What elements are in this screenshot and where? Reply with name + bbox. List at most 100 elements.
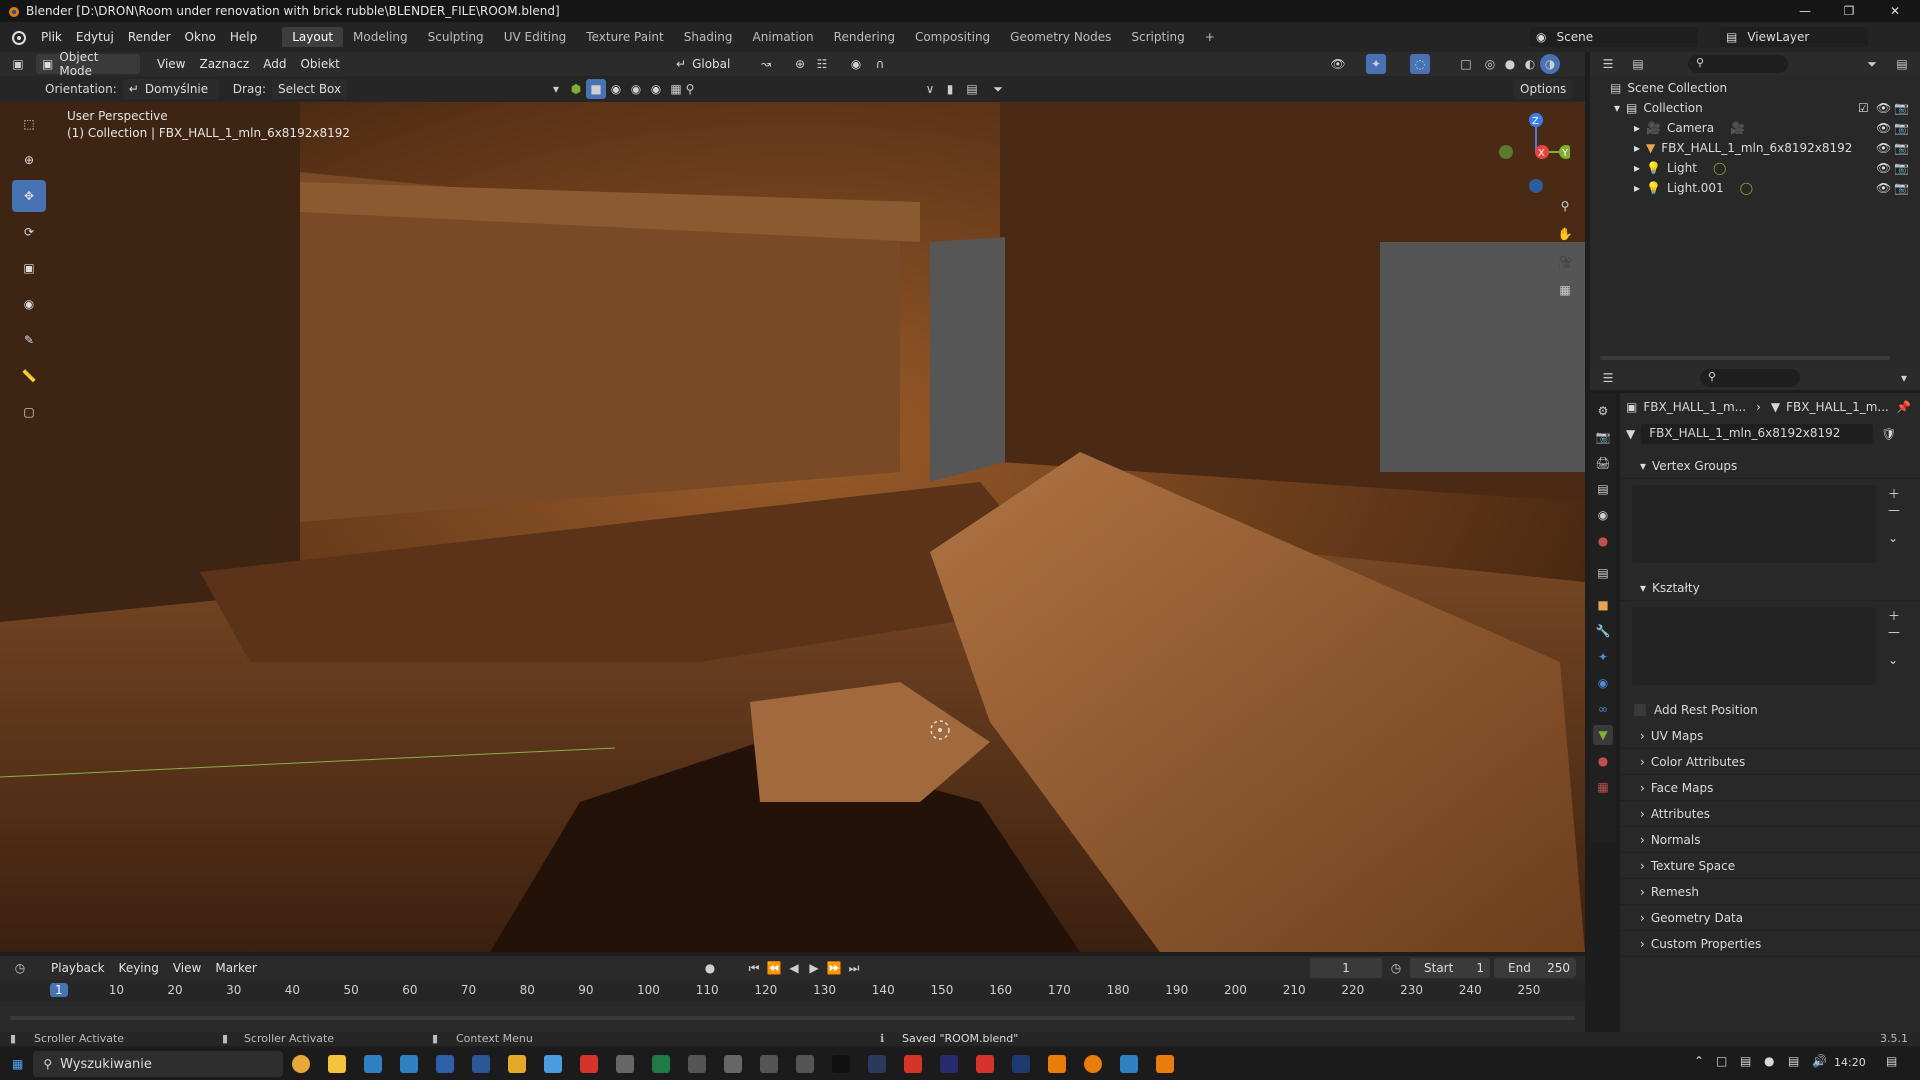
app-record-icon[interactable] [904, 1055, 923, 1073]
collection-icon[interactable]: ▤ [962, 79, 982, 99]
fake-user-icon[interactable]: 🛡 [1881, 427, 1896, 441]
texture-slot-icon[interactable]: ⬢ [566, 79, 586, 99]
outliner-filter-icon[interactable]: ⏷ [1862, 54, 1882, 74]
tab-compositing[interactable]: Compositing [905, 27, 1000, 47]
app-red-icon[interactable] [580, 1055, 599, 1073]
new-collection-icon[interactable]: ▤ [1892, 54, 1912, 74]
expand-arrow-icon[interactable]: ▸ [1634, 121, 1640, 135]
word-icon[interactable] [472, 1055, 491, 1073]
restore-icon[interactable]: ❐ [1826, 0, 1872, 22]
drag-selector[interactable]: Select Box [271, 79, 348, 99]
scene-tab-icon[interactable]: ◉ [1593, 505, 1613, 525]
tab-uv-editing[interactable]: UV Editing [494, 27, 577, 47]
render-icon[interactable]: 📷 [1894, 121, 1909, 135]
app-gray-icon[interactable] [616, 1055, 635, 1073]
tab-animation[interactable]: Animation [742, 27, 823, 47]
current-frame-field[interactable]: 1 [1310, 958, 1382, 978]
notification-icon[interactable]: ▤ [1886, 1054, 1897, 1068]
pin-icon[interactable]: 📌 [1896, 400, 1911, 414]
proportional-edit-icon[interactable]: ◉ [846, 54, 866, 74]
tab-sculpting[interactable]: Sculpting [418, 27, 494, 47]
snap-target-icon[interactable]: ☷ [812, 54, 832, 74]
material-shading-icon[interactable]: ◐ [1520, 54, 1540, 74]
viewport-3d[interactable]: User Perspective (1) Collection | FBX_HA… [0, 102, 1585, 952]
app-z2-icon[interactable] [400, 1055, 419, 1073]
outliner-search-input[interactable]: ⚲ [1688, 55, 1788, 73]
add-cube-tool-icon[interactable]: ▢ [12, 396, 46, 428]
tray-app-icon[interactable]: □ [1716, 1054, 1727, 1068]
transform-orientation-selector[interactable]: ↵ Global [670, 54, 746, 74]
shape-key-menu-icon[interactable]: ⌄ [1888, 653, 1898, 667]
tray-volume-icon[interactable]: 🔊 [1812, 1054, 1827, 1068]
tab-shading[interactable]: Shading [674, 27, 743, 47]
transform-tool-icon[interactable]: ◉ [12, 288, 46, 320]
jump-start-icon[interactable]: ⏮ [744, 958, 764, 978]
tool-tab-icon[interactable]: ⚙ [1593, 401, 1613, 421]
photo-app-icon[interactable] [436, 1055, 455, 1073]
filter-toggle-icon[interactable]: ∨ [920, 79, 940, 99]
visibility-icon[interactable]: 👁 [1328, 54, 1348, 74]
options-button[interactable]: Options [1514, 79, 1573, 99]
outliner-item-light-001[interactable]: ▸ 💡 Light.001 ◯ 👁 📷 [1590, 178, 1920, 198]
wireframe-shading-icon[interactable]: ◎ [1480, 54, 1500, 74]
menu-render[interactable]: Render [121, 30, 178, 44]
xray-icon[interactable]: □ [1456, 54, 1476, 74]
scale-tool-icon[interactable]: ▣ [12, 252, 46, 284]
panel-face-maps[interactable]: › Face Maps [1620, 775, 1920, 801]
mode-selector[interactable]: ▣ Object Mode [36, 50, 140, 78]
outliner-item-light[interactable]: ▸ 💡 Light ◯ 👁 📷 [1590, 158, 1920, 178]
view-layer-tab-icon[interactable]: ▤ [1593, 479, 1613, 499]
timeline-menu-marker[interactable]: Marker [208, 961, 263, 975]
expand-arrow-icon[interactable]: ▸ [1634, 181, 1640, 195]
tab-modeling[interactable]: Modeling [343, 27, 418, 47]
tab-texture-paint[interactable]: Texture Paint [576, 27, 673, 47]
menu-edit[interactable]: Edytuj [69, 30, 121, 44]
jump-keyframe-forward-icon[interactable]: ⏩ [824, 958, 844, 978]
gizmo-neg-z-axis[interactable] [1529, 179, 1543, 193]
viewport-menu-view[interactable]: View [150, 57, 192, 71]
chrome-icon[interactable] [292, 1055, 311, 1073]
overlay-toggle-icon[interactable]: ◌ [1410, 54, 1430, 74]
mesh-name-field[interactable]: FBX_HALL_1_mln_6x8192x8192 [1641, 424, 1874, 444]
blender-active-taskbar-icon[interactable] [1156, 1055, 1175, 1073]
tab-rendering[interactable]: Rendering [824, 27, 905, 47]
expand-arrow-icon[interactable]: ▸ [1634, 141, 1640, 155]
add-workspace-button[interactable]: + [1195, 27, 1225, 47]
tab-layout[interactable]: Layout [282, 27, 344, 47]
app-v-icon[interactable] [724, 1055, 743, 1073]
clock-icon[interactable]: ◷ [1386, 958, 1406, 978]
taskbar-search-input[interactable]: ⚲ Wyszukiwanie [33, 1051, 284, 1077]
measure-tool-icon[interactable]: 📏 [12, 360, 46, 392]
shape-keys-list[interactable] [1632, 607, 1876, 685]
modifier-tab-icon[interactable]: 🔧 [1593, 621, 1613, 641]
outliner-scrollbar[interactable] [1600, 356, 1890, 360]
blender-taskbar-icon[interactable] [1048, 1055, 1067, 1073]
remove-shape-key-icon[interactable]: — [1888, 625, 1900, 639]
outliner-item-camera[interactable]: ▸ 🎥 Camera 🎥 👁 📷 [1590, 118, 1920, 138]
notepad-icon[interactable] [544, 1055, 563, 1073]
app-circle-icon[interactable] [760, 1055, 779, 1073]
mesh-datablock-icon[interactable]: ▼ [1626, 427, 1635, 441]
vertex-groups-panel-header[interactable]: ▾ Vertex Groups [1620, 453, 1920, 479]
panel-uv-maps[interactable]: › UV Maps [1620, 723, 1920, 749]
pivot-point-icon[interactable]: ↝ [756, 54, 776, 74]
properties-options-icon[interactable]: ▾ [1894, 368, 1914, 388]
menu-help[interactable]: Help [223, 30, 264, 44]
jump-end-icon[interactable]: ⏭ [844, 958, 864, 978]
timeline-menu-keying[interactable]: Keying [112, 961, 166, 975]
expand-arrow-icon[interactable]: ▸ [1634, 161, 1640, 175]
jump-keyframe-back-icon[interactable]: ⏪ [764, 958, 784, 978]
panel-normals[interactable]: › Normals [1620, 827, 1920, 853]
panel-remesh[interactable]: › Remesh [1620, 879, 1920, 905]
light-data-icon[interactable]: ◯ [1740, 181, 1753, 195]
move-tool-icon[interactable]: ✥ [12, 180, 46, 212]
blender-alt-taskbar-icon[interactable] [1084, 1055, 1103, 1073]
dropdown-icon[interactable]: ▾ [546, 79, 566, 99]
rotate-tool-icon[interactable]: ⟳ [12, 216, 46, 248]
zoom-app-icon[interactable] [364, 1055, 383, 1073]
timeline-tracks[interactable] [0, 1002, 1585, 1022]
timeline-menu-view[interactable]: View [166, 961, 208, 975]
collection-tab-icon[interactable]: ▤ [1593, 563, 1613, 583]
editor-type-icon[interactable]: ▣ [8, 54, 28, 74]
solid-shading-icon[interactable]: ● [1500, 54, 1520, 74]
